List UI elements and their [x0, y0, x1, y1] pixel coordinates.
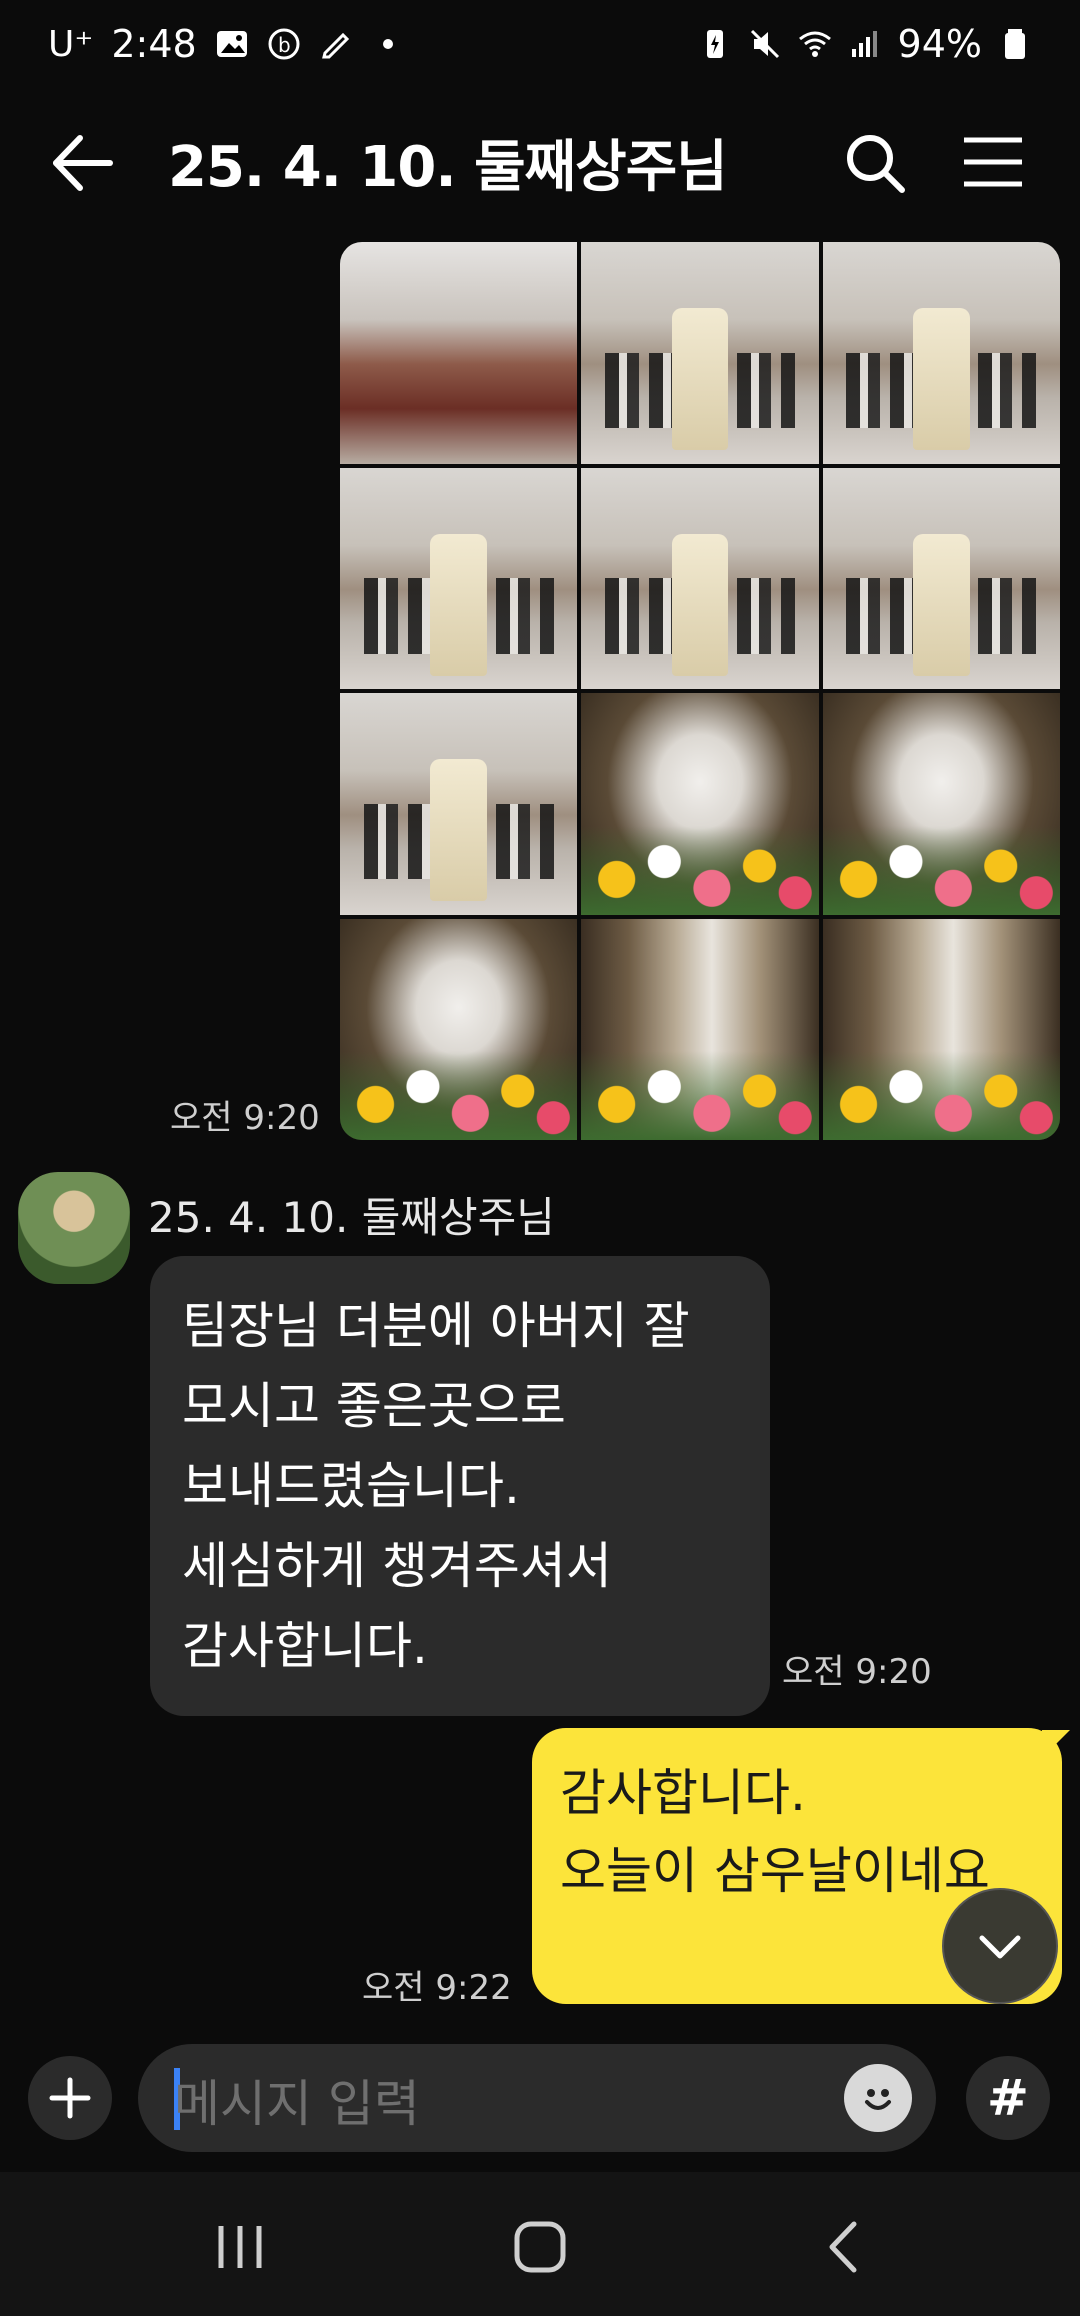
chat-header: 25. 4. 10. 둘째상주님	[0, 96, 1080, 226]
photo-grid[interactable]	[340, 242, 1060, 1140]
attach-button[interactable]	[28, 2056, 112, 2140]
battery-saver-icon	[706, 30, 723, 58]
outgoing-message-time: 오전 9:22	[362, 1968, 512, 2008]
photo-thumbnail[interactable]	[340, 693, 578, 915]
message-line: 세심하게 챙겨주셔서	[182, 1537, 612, 1595]
photo-thumbnail[interactable]	[822, 693, 1060, 915]
message-input[interactable]: 메시지 입력	[138, 2044, 936, 2152]
message-line: 보내드렸습니다.	[182, 1457, 520, 1515]
avatar[interactable]	[18, 1172, 130, 1284]
photo-thumbnail[interactable]	[581, 242, 819, 464]
photo-detail	[671, 308, 729, 451]
message-line: 감사합니다.	[560, 1764, 806, 1822]
input-placeholder: 메시지 입력	[174, 2075, 420, 2133]
clock: 2:48	[111, 22, 197, 66]
photo-message-time: 오전 9:20	[170, 1098, 320, 1138]
edit-icon	[321, 32, 349, 59]
message-line: 감사합니다.	[182, 1617, 428, 1675]
scroll-to-bottom-button[interactable]	[942, 1888, 1058, 2004]
plus-icon	[49, 2077, 91, 2119]
carrier-label: U⁺	[48, 23, 94, 65]
photo-thumbnail[interactable]	[581, 467, 819, 689]
photo-thumbnail[interactable]	[340, 242, 578, 464]
b-app-icon: b	[268, 28, 300, 60]
mute-icon	[750, 29, 779, 59]
signal-icon	[851, 31, 877, 57]
photo-detail	[581, 825, 819, 915]
back-nav-icon[interactable]	[810, 2212, 880, 2282]
photo-detail	[822, 825, 1060, 915]
emoji-icon	[865, 2089, 891, 2110]
photo-detail	[822, 1051, 1060, 1140]
search-icon[interactable]	[840, 128, 910, 198]
photo-detail	[912, 533, 970, 676]
chat-title: 25. 4. 10. 둘째상주님	[168, 135, 728, 200]
dot-icon	[382, 39, 393, 49]
message-line: 모시고 좋은곳으로	[182, 1377, 566, 1435]
svg-text:b: b	[278, 33, 291, 57]
home-icon[interactable]	[505, 2212, 575, 2282]
chevron-down-icon	[979, 1935, 1021, 1959]
sender-name: 25. 4. 10. 둘째상주님	[148, 1193, 555, 1242]
photo-thumbnail[interactable]	[340, 918, 578, 1140]
photo-detail	[430, 759, 488, 902]
battery-percent: 94%	[897, 22, 982, 66]
hashtag-button[interactable]: #	[966, 2056, 1050, 2140]
wifi-icon	[798, 31, 831, 57]
gallery-icon	[216, 31, 247, 57]
photo-thumbnail[interactable]	[822, 467, 1060, 689]
incoming-message-time: 오전 9:20	[782, 1652, 932, 1692]
photo-detail	[581, 1051, 819, 1140]
recent-apps-icon[interactable]	[205, 2212, 275, 2282]
photo-detail	[430, 533, 488, 676]
battery-icon	[1005, 29, 1025, 59]
system-nav-bar	[0, 2172, 1080, 2316]
photo-detail	[340, 1051, 578, 1140]
photo-thumbnail[interactable]	[581, 693, 819, 915]
back-arrow-icon[interactable]	[48, 128, 118, 198]
message-line: 오늘이 삼우날이네요	[560, 1842, 990, 1900]
photo-detail	[671, 533, 729, 676]
photo-thumbnail[interactable]	[822, 242, 1060, 464]
message-line: 팀장님 더분에 아버지 잘	[182, 1297, 690, 1355]
photo-detail	[912, 308, 970, 451]
incoming-message-bubble[interactable]: 팀장님 더분에 아버지 잘 모시고 좋은곳으로 보내드렸습니다. 세심하게 챙겨…	[150, 1256, 770, 1716]
status-bar: U⁺ 2:48 b 94%	[0, 0, 1080, 96]
photo-thumbnail[interactable]	[340, 467, 578, 689]
photo-thumbnail[interactable]	[822, 918, 1060, 1140]
menu-icon[interactable]	[960, 132, 1026, 192]
photo-thumbnail[interactable]	[581, 918, 819, 1140]
emoji-button[interactable]	[844, 2064, 912, 2132]
